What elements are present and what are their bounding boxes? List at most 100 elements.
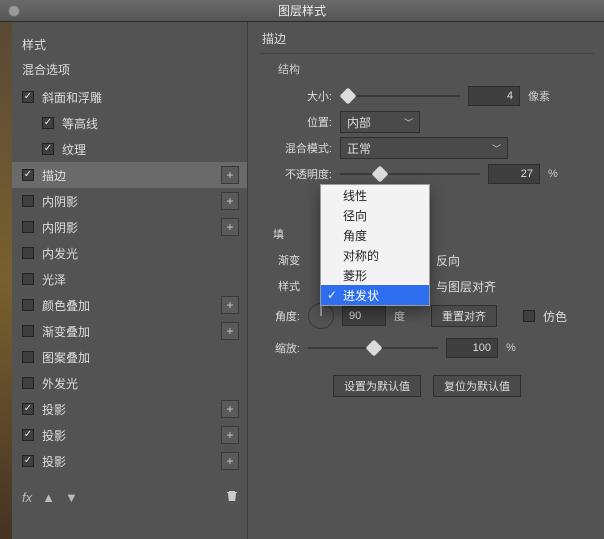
menu-item-3[interactable]: 对称的 xyxy=(321,245,429,265)
blend-options-header[interactable]: 混合选项 xyxy=(12,59,247,84)
style-checkbox[interactable] xyxy=(22,351,34,363)
style-checkbox[interactable] xyxy=(22,403,34,415)
style-item-3[interactable]: 描边+ xyxy=(12,162,247,188)
reverse-label: 反向 xyxy=(436,252,460,269)
layer-style-dialog: 样式 混合选项 斜面和浮雕等高线纹理描边+内阴影+内阴影+内发光光泽颜色叠加+渐… xyxy=(12,22,604,539)
add-effect-button[interactable]: + xyxy=(221,296,239,314)
add-effect-button[interactable]: + xyxy=(221,192,239,210)
add-effect-button[interactable]: + xyxy=(221,400,239,418)
menu-item-label: 进发状 xyxy=(343,287,379,304)
add-effect-button[interactable]: + xyxy=(221,166,239,184)
style-item-label: 投影 xyxy=(42,401,221,418)
styles-sidebar: 样式 混合选项 斜面和浮雕等高线纹理描边+内阴影+内阴影+内发光光泽颜色叠加+渐… xyxy=(12,22,248,539)
styles-header[interactable]: 样式 xyxy=(12,28,247,59)
blendmode-value: 正常 xyxy=(347,140,371,157)
style-item-12[interactable]: 投影+ xyxy=(12,396,247,422)
style-item-label: 内阴影 xyxy=(42,193,221,210)
menu-item-label: 对称的 xyxy=(343,247,379,264)
dither-checkbox[interactable] xyxy=(523,310,535,322)
style-item-label: 描边 xyxy=(42,167,221,184)
add-effect-button[interactable]: + xyxy=(221,452,239,470)
scale-label: 缩放: xyxy=(260,340,300,356)
blendmode-select[interactable]: 正常 ﹀ xyxy=(340,137,508,159)
scale-slider[interactable] xyxy=(308,341,438,355)
add-effect-button[interactable]: + xyxy=(221,218,239,236)
position-select[interactable]: 内部 ﹀ xyxy=(340,111,420,133)
style-checkbox[interactable] xyxy=(22,325,34,337)
menu-item-label: 线性 xyxy=(343,187,367,204)
align-layer-label: 与图层对齐 xyxy=(436,278,496,295)
style-item-4[interactable]: 内阴影+ xyxy=(12,188,247,214)
right-edge xyxy=(592,64,604,539)
style-checkbox[interactable] xyxy=(22,429,34,441)
dither-label: 仿色 xyxy=(543,308,567,325)
style-item-label: 纹理 xyxy=(62,141,239,158)
style-item-13[interactable]: 投影+ xyxy=(12,422,247,448)
move-down-icon[interactable]: ▼ xyxy=(65,490,78,505)
angle-input[interactable]: 90 xyxy=(342,306,386,326)
style-item-9[interactable]: 渐变叠加+ xyxy=(12,318,247,344)
style-item-5[interactable]: 内阴影+ xyxy=(12,214,247,240)
style-checkbox[interactable] xyxy=(22,195,34,207)
structure-legend: 结构 xyxy=(274,61,304,77)
fx-label[interactable]: fx xyxy=(22,490,32,505)
style-item-label: 投影 xyxy=(42,453,221,470)
size-slider[interactable] xyxy=(340,89,460,103)
style-checkbox[interactable] xyxy=(42,117,54,129)
style-item-label: 等高线 xyxy=(62,115,239,132)
add-effect-button[interactable]: + xyxy=(221,426,239,444)
menu-item-label: 径向 xyxy=(343,207,367,224)
menu-item-5[interactable]: ✓进发状 xyxy=(321,285,429,305)
stroke-title: 描边 xyxy=(262,30,594,47)
scale-input[interactable]: 100 xyxy=(446,338,498,358)
opacity-input[interactable]: 27 xyxy=(488,164,540,184)
size-label: 大小: xyxy=(270,88,332,104)
style-checkbox[interactable] xyxy=(42,143,54,155)
style-checkbox[interactable] xyxy=(22,247,34,259)
style-item-10[interactable]: 图案叠加 xyxy=(12,344,247,370)
style-item-1[interactable]: 等高线 xyxy=(12,110,247,136)
chevron-down-icon: ﹀ xyxy=(492,142,501,155)
background-strip xyxy=(0,20,12,539)
style-checkbox[interactable] xyxy=(22,221,34,233)
angle-dial[interactable] xyxy=(308,303,334,329)
set-default-button[interactable]: 设置为默认值 xyxy=(333,375,421,397)
style-item-label: 图案叠加 xyxy=(42,349,239,366)
opacity-slider[interactable] xyxy=(340,167,480,181)
menu-item-label: 菱形 xyxy=(343,267,367,284)
opacity-unit: % xyxy=(548,168,558,180)
style-dropdown-menu[interactable]: 线性径向角度对称的菱形✓进发状 xyxy=(320,184,430,306)
trash-icon[interactable] xyxy=(225,489,239,506)
style-item-label: 光泽 xyxy=(42,271,239,288)
style-item-label: 投影 xyxy=(42,427,221,444)
style-checkbox[interactable] xyxy=(22,91,34,103)
menu-item-4[interactable]: 菱形 xyxy=(321,265,429,285)
style-checkbox[interactable] xyxy=(22,377,34,389)
style-checkbox[interactable] xyxy=(22,455,34,467)
blendmode-label: 混合模式: xyxy=(270,140,332,156)
style-item-2[interactable]: 纹理 xyxy=(12,136,247,162)
style-item-11[interactable]: 外发光 xyxy=(12,370,247,396)
opacity-label: 不透明度: xyxy=(270,166,332,182)
style-item-8[interactable]: 颜色叠加+ xyxy=(12,292,247,318)
reset-default-button[interactable]: 复位为默认值 xyxy=(433,375,521,397)
add-effect-button[interactable]: + xyxy=(221,322,239,340)
menu-item-1[interactable]: 径向 xyxy=(321,205,429,225)
position-value: 内部 xyxy=(347,114,371,131)
style-checkbox[interactable] xyxy=(22,169,34,181)
position-label: 位置: xyxy=(270,114,332,130)
chevron-down-icon: ﹀ xyxy=(404,116,413,129)
style-checkbox[interactable] xyxy=(22,273,34,285)
reset-align-button[interactable]: 重置对齐 xyxy=(431,305,497,327)
style-item-7[interactable]: 光泽 xyxy=(12,266,247,292)
style-item-14[interactable]: 投影+ xyxy=(12,448,247,474)
angle-unit: 度 xyxy=(394,308,405,324)
gradient-label: 渐变 xyxy=(260,252,300,268)
size-input[interactable]: 4 xyxy=(468,86,520,106)
menu-item-2[interactable]: 角度 xyxy=(321,225,429,245)
style-item-6[interactable]: 内发光 xyxy=(12,240,247,266)
move-up-icon[interactable]: ▲ xyxy=(42,490,55,505)
style-checkbox[interactable] xyxy=(22,299,34,311)
style-item-0[interactable]: 斜面和浮雕 xyxy=(12,84,247,110)
menu-item-0[interactable]: 线性 xyxy=(321,185,429,205)
